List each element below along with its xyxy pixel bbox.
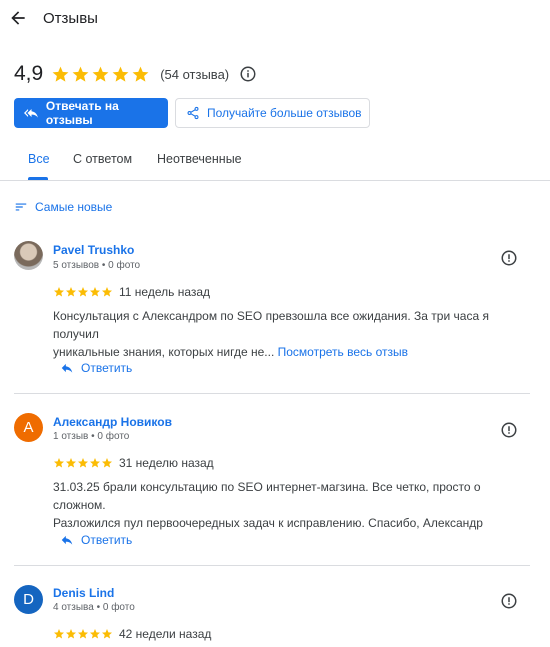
- reply-button[interactable]: Ответить: [60, 533, 132, 547]
- star-icon: [90, 629, 100, 639]
- share-icon: [187, 106, 199, 120]
- reply-icon: [61, 535, 73, 545]
- star-icon: [54, 458, 64, 468]
- avatar[interactable]: [14, 241, 43, 270]
- reviewer-name[interactable]: Александр Новиков: [53, 415, 172, 429]
- review-text-snippet: уникальные знания, которых нигде не...: [53, 345, 275, 359]
- avatar-letter: D: [23, 591, 34, 608]
- review-text-line: Консультация с Александром по SEO превзо…: [53, 309, 489, 341]
- reply-all-icon: [24, 108, 38, 118]
- reviewer-name[interactable]: Pavel Trushko: [53, 243, 134, 257]
- sort-dropdown[interactable]: Самые новые: [14, 200, 112, 214]
- review-date: 11 недель назад: [119, 285, 211, 299]
- review-stars: [53, 628, 113, 640]
- report-icon[interactable]: [500, 421, 518, 439]
- review-text: 31.03.25 брали консультацию по SEO интер…: [53, 478, 533, 532]
- star-icon: [102, 287, 112, 297]
- avatar-letter: А: [23, 419, 34, 436]
- star-icon: [78, 629, 88, 639]
- reviewer-meta: 5 отзывов • 0 фото: [53, 260, 141, 271]
- reviewer-name[interactable]: Denis Lind: [53, 586, 114, 600]
- star-icon: [54, 629, 64, 639]
- reply-label: Ответить: [81, 361, 133, 375]
- star-icon: [78, 287, 88, 297]
- review-text: Консультация с Александром по SEO превзо…: [53, 307, 533, 361]
- star-icon: [52, 66, 69, 82]
- reviewer-meta: 1 отзыв • 0 фото: [53, 431, 130, 442]
- review-stars: [53, 457, 113, 469]
- active-tab-indicator: [28, 177, 48, 180]
- reply-icon: [61, 363, 73, 373]
- star-icon: [66, 458, 76, 468]
- tab-all[interactable]: Все: [28, 152, 50, 166]
- star-icon: [54, 287, 64, 297]
- star-icon: [72, 66, 89, 82]
- sort-label: Самые новые: [35, 200, 113, 214]
- get-more-reviews-label: Получайте больше отзывов: [207, 106, 362, 120]
- avatar[interactable]: А: [14, 413, 43, 442]
- get-more-reviews-button[interactable]: Получайте больше отзывов: [175, 98, 370, 128]
- review-tabs: Все С ответом Неотвеченные: [0, 140, 550, 181]
- divider: [14, 393, 530, 394]
- reply-button[interactable]: Ответить: [60, 361, 132, 375]
- star-icon: [78, 458, 88, 468]
- info-icon[interactable]: [239, 65, 257, 83]
- star-icon: [132, 66, 149, 82]
- review-count: (54 отзыва): [160, 66, 230, 82]
- rating-stars: [51, 65, 150, 84]
- tab-with-reply[interactable]: С ответом: [73, 152, 132, 166]
- arrow-left-icon[interactable]: [8, 8, 28, 28]
- review-stars: [53, 286, 113, 298]
- star-icon: [90, 458, 100, 468]
- review-text-line: уникальные знания, которых нигде не... П…: [53, 343, 533, 361]
- review-date: 31 неделю назад: [119, 456, 214, 470]
- star-icon: [102, 629, 112, 639]
- divider: [14, 565, 530, 566]
- page-title: Отзывы: [43, 10, 98, 27]
- star-icon: [66, 629, 76, 639]
- reviewer-meta: 4 отзыва • 0 фото: [53, 602, 135, 613]
- reply-label: Ответить: [81, 533, 133, 547]
- star-icon: [92, 66, 109, 82]
- top-bar: Отзывы: [0, 0, 550, 38]
- star-icon: [112, 66, 129, 82]
- star-icon: [66, 287, 76, 297]
- read-more-link[interactable]: Посмотреть весь отзыв: [278, 345, 408, 359]
- tab-unanswered[interactable]: Неотвеченные: [157, 152, 242, 166]
- review-text-line: Разложился пул первоочередных задач к ис…: [53, 516, 483, 530]
- star-icon: [102, 458, 112, 468]
- review-text-line: 31.03.25 брали консультацию по SEO интер…: [53, 480, 481, 512]
- star-icon: [90, 287, 100, 297]
- sort-icon: [15, 203, 27, 211]
- rating-summary: 4,9 (54 отзыва): [14, 60, 257, 88]
- review-date: 42 недели назад: [119, 627, 212, 641]
- report-icon[interactable]: [500, 592, 518, 610]
- avatar[interactable]: D: [14, 585, 43, 614]
- reply-to-reviews-button[interactable]: Отвечать на отзывы: [14, 98, 168, 128]
- reply-to-reviews-label: Отвечать на отзывы: [45, 99, 119, 127]
- report-icon[interactable]: [500, 249, 518, 267]
- rating-value: 4,9: [14, 62, 44, 85]
